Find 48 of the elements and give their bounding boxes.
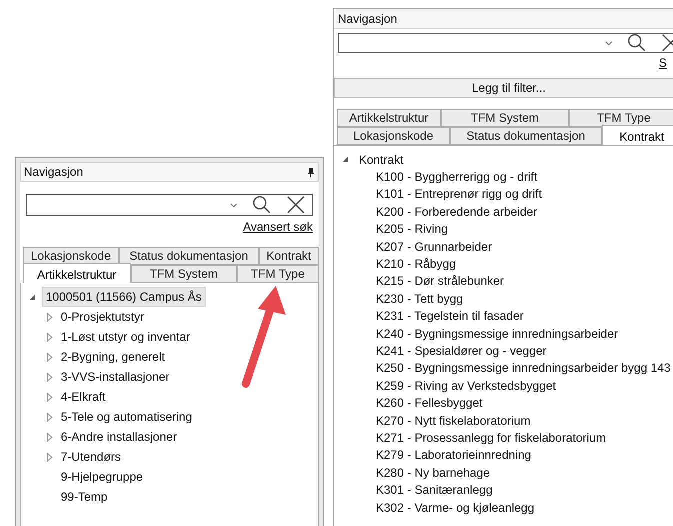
tree-item[interactable]: K240 - Bygningsmessige innredningsarbeider bbox=[376, 324, 618, 343]
tree-item[interactable]: 5-Tele og automatisering bbox=[61, 408, 192, 426]
tab[interactable]: Artikkelstruktur bbox=[23, 263, 131, 283]
tree-item[interactable]: K279 - Laboratorieinnredning bbox=[376, 446, 532, 464]
tab[interactable]: Kontrakt bbox=[602, 125, 673, 145]
tree-item[interactable]: 7-Utendørs bbox=[61, 448, 122, 466]
panel-title: Navigasjon bbox=[338, 10, 398, 28]
tree-item[interactable]: K271 - Prosessanlegg for fiskelaboratorium bbox=[376, 428, 606, 447]
tree-item[interactable]: K260 - Fellesbygget bbox=[376, 394, 483, 412]
advanced-search-link[interactable]: S bbox=[658, 54, 667, 72]
advanced-search-link[interactable]: Avansert søk bbox=[243, 218, 313, 236]
tab[interactable]: Kontrakt bbox=[259, 247, 319, 265]
tab[interactable]: Status dokumentasjon bbox=[450, 127, 602, 145]
tree-item[interactable]: K241 - Spesialdører og - vegger bbox=[376, 342, 547, 360]
tab[interactable]: Lokasjonskode bbox=[337, 127, 450, 145]
tree-item[interactable]: 1000501 (11566) Campus Ås bbox=[42, 287, 206, 307]
tab[interactable]: TFM System bbox=[441, 109, 569, 127]
tab[interactable]: TFM System bbox=[131, 265, 237, 283]
tree-item[interactable]: 3-VVS-installasjoner bbox=[61, 368, 170, 386]
tree-item[interactable]: K280 - Ny barnehage bbox=[376, 464, 490, 482]
tree-item[interactable]: K101 - Entreprenør rigg og drift bbox=[376, 185, 542, 204]
tab[interactable]: Status dokumentasjon bbox=[119, 247, 259, 265]
tree-item[interactable]: Kontrakt bbox=[355, 150, 408, 170]
tree-item[interactable]: K215 - Dør strålebunker bbox=[376, 272, 504, 290]
tree-item[interactable]: K301 - Sanitæranlegg bbox=[376, 481, 493, 500]
panel-title: Navigasjon bbox=[24, 164, 84, 181]
tree-item[interactable]: K207 - Grunnarbeider bbox=[376, 238, 492, 256]
tree-item[interactable]: K302 - Varme- og kjøleanlegg bbox=[376, 498, 535, 517]
tree-item[interactable]: K205 - Riving bbox=[376, 220, 448, 238]
tree-item[interactable]: 99-Temp bbox=[61, 488, 108, 506]
tree-item[interactable]: 2-Bygning, generelt bbox=[61, 348, 166, 366]
tree-item[interactable]: 4-Elkraft bbox=[61, 388, 106, 406]
tab[interactable]: TFM Type bbox=[237, 265, 319, 283]
tree-item[interactable]: K200 - Forberedende arbeider bbox=[376, 202, 538, 221]
tree-item[interactable]: K230 - Tett bygg bbox=[376, 290, 464, 308]
tree-item[interactable]: K231 - Tegelstein til fasader bbox=[376, 307, 524, 326]
add-filter-button[interactable]: Legg til filter... bbox=[334, 78, 673, 98]
tree-item[interactable]: 0-Prosjektutstyr bbox=[61, 308, 144, 326]
tree-item[interactable]: K259 - Riving av Verkstedsbygget bbox=[376, 376, 556, 395]
tab[interactable]: Artikkelstruktur bbox=[337, 109, 441, 127]
tree-item[interactable]: 9-Hjelpegruppe bbox=[61, 468, 144, 486]
tab[interactable]: TFM Type bbox=[569, 109, 673, 127]
tree-item[interactable]: K100 - Byggherrerigg og - drift bbox=[376, 168, 538, 186]
tree-item[interactable]: 6-Andre installasjoner bbox=[61, 428, 178, 446]
tree-item[interactable]: K210 - Råbygg bbox=[376, 255, 456, 274]
tree-item[interactable]: K250 - Bygningsmessige innredningsarbeider bygg 143 bbox=[376, 359, 671, 378]
tree-item[interactable]: 1-Løst utstyr og inventar bbox=[61, 328, 190, 346]
tree-item[interactable]: K270 - Nytt fiskelaboratorium bbox=[376, 412, 531, 430]
